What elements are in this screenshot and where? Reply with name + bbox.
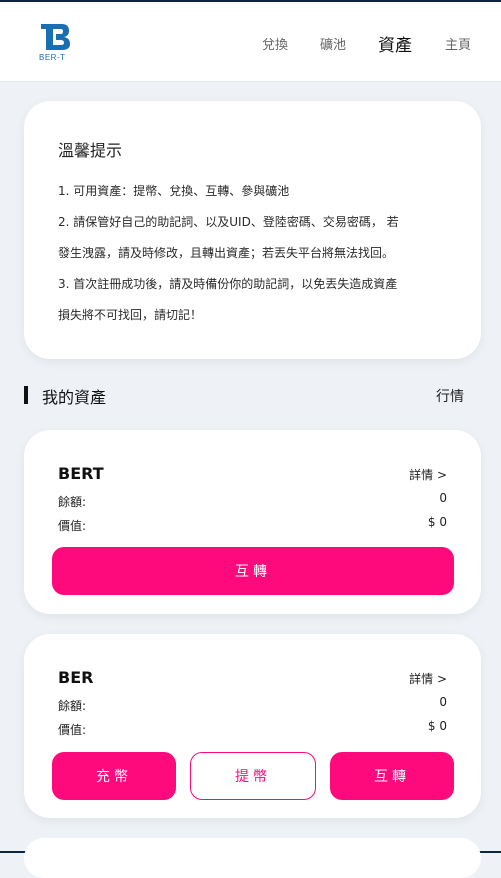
nav-home[interactable]: 主頁 [445,34,471,53]
nav-mining-pool[interactable]: 礦池 [320,34,346,53]
notice-line: 損失將不可找回，請切記！ [58,308,203,322]
logo-icon [41,24,70,50]
balance-label: 餘額: [58,699,87,713]
notice-card: 溫馨提示 1. 可用資產：提幣、兌換、互轉、參與礦池 2. 請保管好自己的助記詞… [24,101,481,359]
deposit-button[interactable]: 充幣 [52,752,176,800]
balance-label: 餘額: [58,495,87,509]
asset-detail-link[interactable]: 詳情 > [409,670,447,687]
notice-line: 2. 請保管好自己的助記詞、以及UID、登陸密碼、交易密碼， 若 [58,215,399,229]
notice-title: 溫馨提示 [58,141,123,160]
value-amount: $ 0 [427,515,447,529]
notice-line: 3. 首次註冊成功後，請及時備份你的助記詞，以免丟失造成資產 [58,277,398,291]
withdraw-button[interactable]: 提幣 [190,752,316,800]
asset-detail-link[interactable]: 詳情 > [409,466,447,483]
value-label: 價值: [58,519,87,533]
notice-line: 1. 可用資產：提幣、兌換、互轉、參與礦池 [58,184,290,198]
section-title: 我的資產 [42,388,107,407]
top-header: BER-T 兌換 礦池 資產 主頁 [0,2,501,82]
asset-name: BER [58,668,94,687]
bert-logo[interactable]: BER-T [39,22,73,66]
transfer-button[interactable]: 互轉 [52,547,454,595]
nav-assets[interactable]: 資產 [378,31,412,56]
asset-card-bert: BERT 詳情 > 餘額: 0 價值: $ 0 互轉 [24,430,481,614]
transfer-button[interactable]: 互轉 [330,752,454,800]
section-indicator [24,386,28,404]
balance-value: 0 [439,491,447,505]
notice-line: 發生洩露，請及時修改，且轉出資產；若丟失平台將無法找回。 [58,246,395,260]
logo-text: BER-T [39,53,66,62]
market-link[interactable]: 行情 [436,386,464,406]
value-label: 價值: [58,723,87,737]
balance-value: 0 [439,695,447,709]
asset-card-ber: BER 詳情 > 餘額: 0 價值: $ 0 充幣 提幣 互轉 [24,634,481,818]
asset-name: BERT [58,464,104,483]
nav-exchange[interactable]: 兌換 [262,34,288,53]
value-amount: $ 0 [427,719,447,733]
next-asset-card [24,838,481,878]
